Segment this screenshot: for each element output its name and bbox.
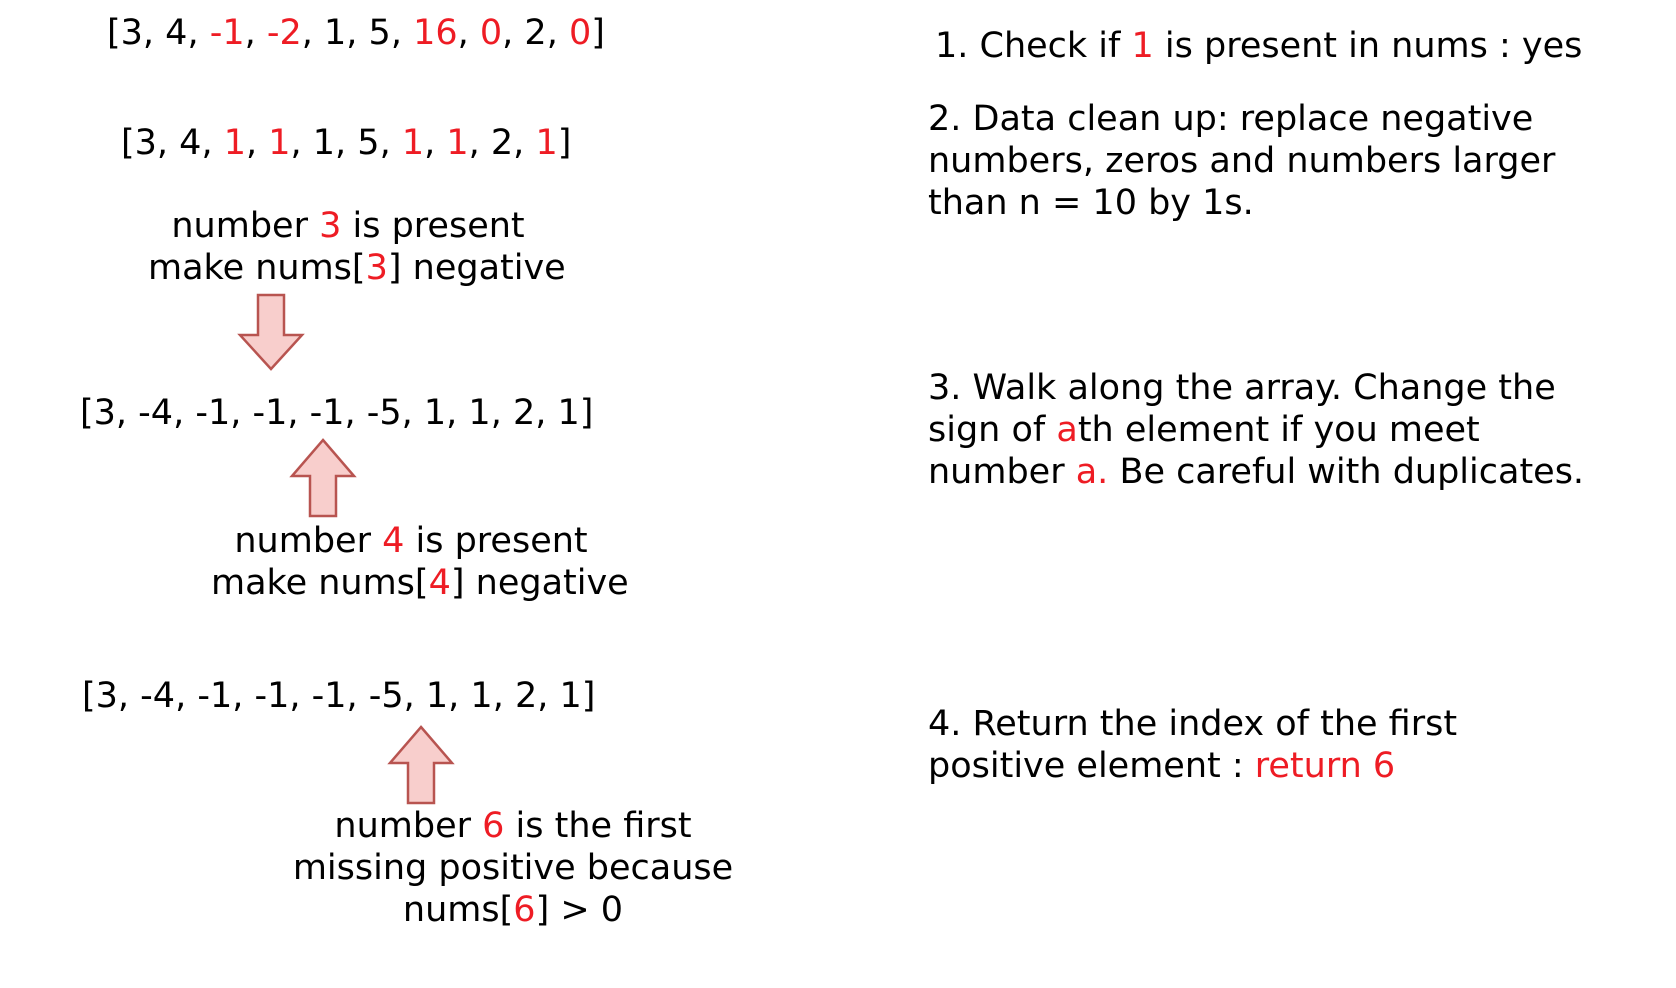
note-number-3: number 3 is present make nums[3] negativ… — [148, 205, 566, 289]
note-number-6: number 6 is the first missing positive b… — [288, 805, 738, 931]
array-cleaned: [3, 4, 1, 1, 1, 5, 1, 1, 2, 1] — [121, 123, 572, 163]
step-line: than n = 10 by 1s. — [928, 183, 1254, 223]
replaced-value: 1 — [535, 123, 558, 163]
zero-value: 0 — [479, 13, 503, 53]
step-line: numbers, zeros and numbers larger — [928, 141, 1556, 181]
step-line: number a. Be careful with duplicates. — [928, 452, 1585, 492]
array-marked-2: [3, -4, -1, -1, -1, -5, 1, 1, 2, 1] — [82, 676, 596, 716]
step-line: positive element : return 6 — [928, 746, 1396, 786]
replaced-value: 1 — [401, 123, 425, 163]
step-3: 3. Walk along the array. Change the sign… — [928, 367, 1584, 493]
replaced-value: 1 — [223, 123, 246, 163]
up-arrow-icon — [289, 438, 357, 518]
step-1: 1. Check if 1 is present in nums : yes — [935, 26, 1583, 66]
step-line: 4. Return the index of the first — [928, 704, 1458, 744]
step-line: 2. Data clean up: replace negative — [928, 99, 1534, 139]
note-line: number 6 is the first — [334, 806, 692, 846]
note-line: number 3 is present — [171, 206, 525, 246]
note-line: number 4 is present — [234, 521, 588, 561]
note-line: missing positive because — [292, 848, 734, 888]
replaced-value: 1 — [446, 123, 469, 163]
highlight-one: 1 — [1131, 26, 1154, 66]
array-marked-1: [3, -4, -1, -1, -1, -5, 1, 1, 2, 1] — [80, 393, 594, 433]
note-line: nums[6] > 0 — [402, 890, 624, 930]
step-2: 2. Data clean up: replace negative numbe… — [928, 98, 1555, 224]
zero-value: 0 — [568, 13, 592, 53]
step-line: 3. Walk along the array. Change the — [928, 368, 1556, 408]
down-arrow-icon — [237, 293, 305, 371]
step-4: 4. Return the index of the first positiv… — [928, 703, 1457, 787]
negative-value: -2 — [266, 13, 302, 53]
note-line: make nums[4] negative — [211, 563, 629, 603]
note-line: make nums[3] negative — [148, 248, 566, 288]
large-value: 16 — [413, 13, 458, 53]
return-value: return 6 — [1254, 746, 1396, 786]
step-line: sign of ath element if you meet — [928, 410, 1480, 450]
negative-value: -1 — [209, 13, 245, 53]
array-original: [3, 4, -1, -2, 1, 5, 16, 0, 2, 0] — [107, 13, 605, 53]
replaced-value: 1 — [268, 123, 291, 163]
note-number-4: number 4 is present make nums[4] negativ… — [211, 520, 629, 604]
up-arrow-icon — [387, 725, 455, 805]
